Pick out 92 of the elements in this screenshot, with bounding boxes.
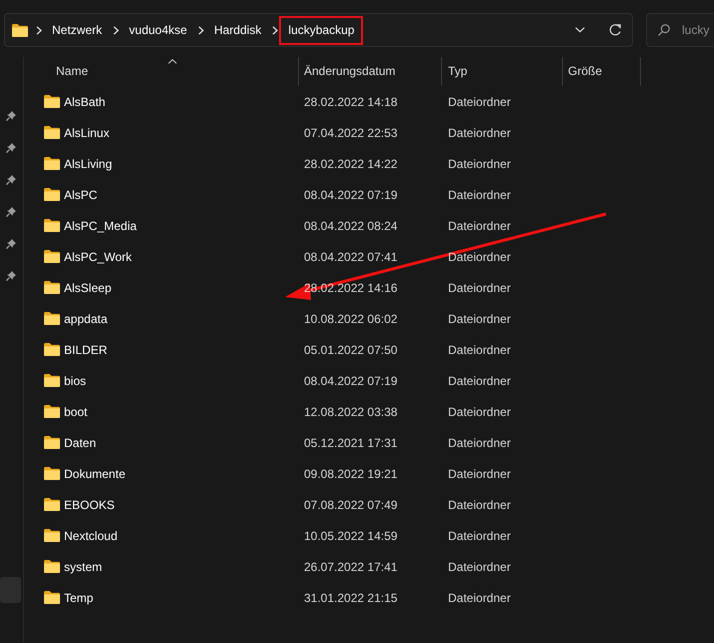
folder-name[interactable]: bios — [64, 372, 86, 390]
file-type: Dateiordner — [448, 156, 511, 170]
breadcrumb-item[interactable]: luckybackup — [279, 16, 364, 44]
file-type: Dateiordner — [448, 218, 511, 232]
file-type: Dateiordner — [448, 342, 511, 356]
refresh-icon — [609, 24, 621, 36]
breadcrumb-item[interactable]: Harddisk — [205, 16, 270, 44]
modified-date: 07.04.2022 22:53 — [304, 126, 398, 140]
folder-icon — [44, 467, 60, 480]
address-bar[interactable]: Netzwerk vuduo4kse Harddisk luckybackup — [4, 13, 633, 47]
modified-date: 31.01.2022 21:15 — [304, 590, 398, 604]
folder-icon — [12, 24, 28, 36]
folder-name[interactable]: Daten — [64, 434, 96, 452]
column-header[interactable]: Name — [44, 57, 298, 86]
folder-icon — [44, 436, 60, 449]
modified-date: 05.12.2021 17:31 — [304, 436, 398, 450]
folder-icon — [44, 188, 60, 201]
file-type: Dateiordner — [448, 126, 511, 140]
folder-icon — [44, 126, 60, 139]
folder-icon — [44, 281, 60, 294]
refresh-button[interactable] — [607, 22, 623, 38]
pin-icon — [6, 175, 16, 185]
file-type: Dateiordner — [448, 280, 511, 294]
modified-date: 08.04.2022 07:19 — [304, 374, 398, 388]
folder-name[interactable]: Dokumente — [64, 464, 126, 482]
chevron-icon — [272, 26, 278, 34]
column-header[interactable]: Typ — [441, 57, 562, 86]
chevron-icon — [36, 26, 42, 34]
pin-icon — [6, 143, 16, 153]
folder-icon — [44, 498, 60, 511]
file-type: Dateiordner — [448, 560, 511, 574]
folder-name[interactable]: Temp — [64, 588, 94, 606]
file-type: Dateiordner — [448, 436, 511, 450]
folder-icon — [44, 250, 60, 263]
pin-icon — [6, 271, 16, 281]
folder-icon — [44, 157, 60, 170]
search-field[interactable]: lucky — [646, 13, 714, 47]
folder-icon — [44, 312, 60, 325]
column-header[interactable]: Größe — [562, 57, 641, 86]
modified-date: 08.04.2022 07:19 — [304, 188, 398, 202]
folder-icon — [44, 529, 60, 542]
folder-name[interactable]: AlsPC_Work — [64, 248, 132, 266]
file-type: Dateiordner — [448, 528, 511, 542]
file-type: Dateiordner — [448, 94, 511, 108]
folder-name[interactable]: AlsSleep — [64, 278, 112, 296]
modified-date: 08.04.2022 07:41 — [304, 250, 398, 264]
folder-name[interactable]: Nextcloud — [64, 526, 118, 544]
modified-date: 10.08.2022 06:02 — [304, 312, 398, 326]
folder-icon — [44, 591, 60, 604]
folder-name[interactable]: boot — [64, 402, 88, 420]
chevron-icon — [198, 26, 204, 34]
folder-name[interactable]: system — [64, 558, 102, 576]
modified-date: 08.04.2022 08:24 — [304, 218, 398, 232]
file-type: Dateiordner — [448, 498, 511, 512]
pin-icon — [6, 239, 16, 249]
folder-name[interactable]: AlsPC_Media — [64, 216, 137, 234]
column-header[interactable]: Änderungsdatum — [298, 57, 441, 86]
breadcrumb-item[interactable]: Netzwerk — [43, 16, 112, 44]
folder-name[interactable]: AlsLinux — [64, 124, 110, 142]
folder-name[interactable]: AlsLiving — [64, 154, 112, 172]
file-type: Dateiordner — [448, 250, 511, 264]
file-type: Dateiordner — [448, 188, 511, 202]
file-type: Dateiordner — [448, 374, 511, 388]
file-type: Dateiordner — [448, 312, 511, 326]
chevron-icon — [113, 26, 120, 34]
modified-date: 07.08.2022 07:49 — [304, 498, 398, 512]
modified-date: 28.02.2022 14:18 — [304, 94, 398, 108]
folder-name[interactable]: BILDER — [64, 340, 108, 358]
file-type: Dateiordner — [448, 590, 511, 604]
modified-date: 12.08.2022 03:38 — [304, 404, 398, 418]
modified-date: 28.02.2022 14:22 — [304, 156, 398, 170]
modified-date: 09.08.2022 19:21 — [304, 466, 398, 480]
file-type: Dateiordner — [448, 466, 511, 480]
modified-date: 05.01.2022 07:50 — [304, 342, 398, 356]
folder-name[interactable]: appdata — [64, 310, 108, 328]
pin-icon — [6, 111, 16, 121]
pin-icon — [6, 207, 16, 217]
search-icon — [658, 24, 670, 36]
folder-icon — [44, 219, 60, 232]
modified-date: 10.05.2022 14:59 — [304, 528, 398, 542]
folder-name[interactable]: EBOOKS — [64, 496, 115, 514]
breadcrumb-item[interactable]: vuduo4kse — [120, 16, 196, 44]
folder-icon — [44, 560, 60, 573]
file-type: Dateiordner — [448, 404, 511, 418]
chevron-down-icon — [575, 27, 585, 33]
folder-name[interactable]: AlsPC — [64, 186, 98, 204]
folder-name[interactable]: AlsBath — [64, 92, 106, 110]
folder-icon — [44, 405, 60, 418]
modified-date: 26.07.2022 17:41 — [304, 560, 398, 574]
folder-icon — [44, 343, 60, 356]
folder-icon — [44, 95, 60, 108]
folder-icon — [44, 374, 60, 387]
